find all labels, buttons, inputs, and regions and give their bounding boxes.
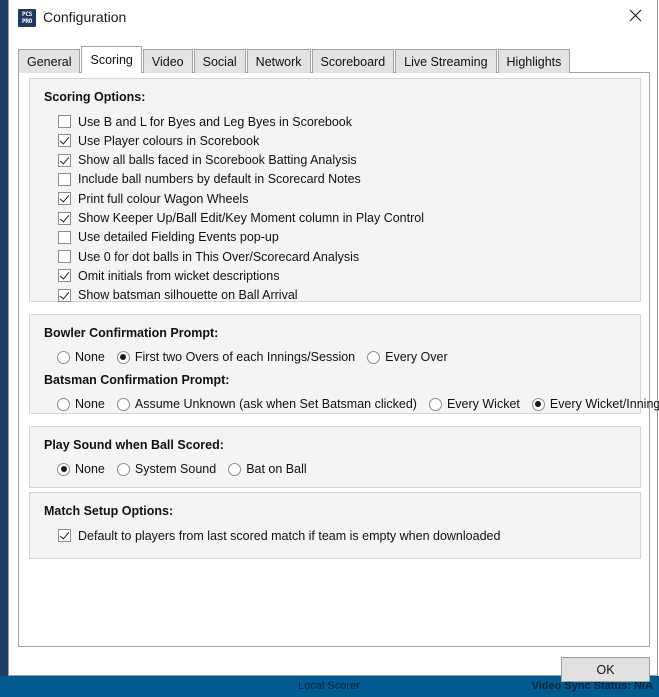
bowler-confirmation-label: Every Over [385, 350, 448, 364]
checkbox-row[interactable]: Show batsman silhouette on Ball Arrival [58, 286, 298, 305]
checkbox-row[interactable]: Default to players from last scored matc… [58, 526, 500, 545]
batsman-confirmation-option[interactable]: Every Wicket/Innings Start [531, 397, 659, 411]
checkbox-label: Include ball numbers by default in Score… [78, 172, 361, 187]
checkbox-row[interactable]: Use 0 for dot balls in This Over/Scoreca… [58, 247, 359, 266]
play-sound-option[interactable]: None [57, 462, 105, 476]
group-scoring-options-title: Scoring Options: [44, 90, 146, 104]
checkbox-unchecked-icon[interactable] [58, 172, 71, 186]
batsman-confirmation-label: Every Wicket [446, 397, 520, 411]
radio-selected-icon[interactable] [57, 462, 70, 476]
checkbox-label: Use 0 for dot balls in This Over/Scoreca… [78, 249, 360, 264]
checkbox-label: Show batsman silhouette on Ball Arrival [78, 288, 298, 303]
checkbox-checked-icon[interactable] [58, 269, 71, 283]
close-icon[interactable] [613, 0, 657, 31]
background-left-panel [0, 0, 8, 676]
checkbox-label: Print full colour Wagon Wheels [78, 191, 249, 206]
tab-scoring[interactable]: Scoring [81, 46, 142, 73]
play-sound-label: System Sound [134, 462, 217, 476]
play-sound-option[interactable]: System Sound [116, 462, 217, 476]
batsman-confirmation-label: Every Wicket/Innings Start [549, 397, 659, 411]
tab-social[interactable]: Social [193, 49, 246, 73]
checkbox-row[interactable]: Use Player colours in Scorebook [58, 131, 259, 150]
dialog-title-bar: PCS PRO Configuration [9, 0, 657, 37]
play-sound-radio-group: None System Sound Bat on Ball [57, 460, 319, 478]
checkbox-row[interactable]: Use B and L for Byes and Leg Byes in Sco… [58, 112, 352, 131]
configuration-dialog: PCS PRO Configuration General Scoring Vide… [8, 0, 659, 682]
radio-unselected-icon[interactable] [116, 397, 130, 411]
app-logo-line1: PCS [22, 11, 32, 18]
checkbox-row[interactable]: Show all balls faced in Scorebook Battin… [58, 151, 357, 170]
radio-selected-icon[interactable] [531, 397, 545, 411]
checkbox-label: Omit initials from wicket descriptions [78, 268, 280, 283]
checkbox-label: Use B and L for Byes and Leg Byes in Sco… [78, 114, 353, 129]
checkbox-row[interactable]: Omit initials from wicket descriptions [58, 266, 279, 285]
batsman-confirmation-option[interactable]: Every Wicket [428, 397, 520, 411]
checkbox-unchecked-icon[interactable] [58, 230, 71, 244]
ok-button[interactable]: OK [561, 657, 650, 682]
group-scoring-options: Scoring Options: Use B and L for Byes an… [29, 78, 641, 302]
play-sound-label: Bat on Ball [246, 462, 307, 476]
app-logo-line2: PRO [22, 18, 32, 25]
checkbox-label: Use detailed Fielding Events pop-up [78, 230, 279, 245]
tab-highlights[interactable]: Highlights [497, 49, 571, 73]
batsman-confirmation-radio-group: None Assume Unknown (ask when Set Batsman… [57, 395, 659, 413]
play-sound-label: None [75, 462, 105, 476]
group-match-setup-title: Match Setup Options: [44, 504, 174, 518]
tab-general[interactable]: General [18, 49, 81, 73]
checkbox-checked-icon[interactable] [58, 211, 71, 225]
radio-selected-icon[interactable] [116, 350, 130, 364]
radio-unselected-icon[interactable] [367, 350, 381, 364]
checkbox-label: Show Keeper Up/Ball Edit/Key Moment colu… [78, 211, 424, 225]
bowler-confirmation-radio-group: None First two Overs of each Innings/Sess… [57, 348, 460, 366]
group-play-sound: Play Sound when Ball Scored: None System … [29, 426, 641, 488]
dialog-title: Configuration [43, 9, 127, 25]
radio-unselected-icon[interactable] [116, 462, 130, 476]
batsman-confirmation-label: None [75, 397, 105, 411]
group-play-sound-title: Play Sound when Ball Scored: [44, 438, 224, 452]
batsman-confirmation-option[interactable]: Assume Unknown (ask when Set Batsman cli… [116, 397, 417, 411]
tab-live-streaming[interactable]: Live Streaming [395, 49, 497, 73]
checkbox-row[interactable]: Show Keeper Up/Ball Edit/Key Moment colu… [58, 209, 424, 228]
checkbox-label: Use Player colours in Scorebook [78, 133, 260, 148]
play-sound-option[interactable]: Bat on Ball [228, 462, 307, 476]
tab-scoreboard[interactable]: Scoreboard [311, 49, 395, 73]
tab-network[interactable]: Network [246, 49, 311, 73]
checkbox-checked-icon[interactable] [58, 192, 71, 206]
group-match-setup: Match Setup Options: Default to players … [29, 492, 641, 559]
app-logo-icon: PCS PRO [18, 9, 36, 27]
group-confirmation-prompts: Bowler Confirmation Prompt: None First tw… [29, 314, 659, 414]
checkbox-checked-icon[interactable] [58, 134, 71, 148]
checkbox-unchecked-icon[interactable] [58, 115, 71, 128]
batsman-confirmation-option[interactable]: None [57, 397, 105, 411]
tab-video[interactable]: Video [142, 49, 193, 73]
checkbox-label: Show all balls faced in Scorebook Battin… [78, 153, 357, 168]
checkbox-checked-icon[interactable] [58, 153, 71, 167]
batsman-confirmation-label: Assume Unknown (ask when Set Batsman cli… [134, 397, 417, 411]
radio-unselected-icon[interactable] [57, 350, 70, 364]
checkbox-row[interactable]: Print full colour Wagon Wheels [58, 189, 248, 208]
bowler-confirmation-option[interactable]: None [57, 350, 105, 364]
group-batsman-confirmation-title: Batsman Confirmation Prompt: [44, 373, 230, 387]
tab-panel-scoring: Scoring Options: Use B and L for Byes an… [18, 72, 659, 647]
checkbox-row[interactable]: Include ball numbers by default in Score… [58, 170, 361, 189]
radio-unselected-icon[interactable] [228, 462, 242, 476]
bowler-confirmation-option[interactable]: First two Overs of each Innings/Session [116, 350, 356, 364]
checkbox-checked-icon[interactable] [58, 288, 71, 302]
bowler-confirmation-label: None [75, 350, 105, 364]
checkbox-row[interactable]: Use detailed Fielding Events pop-up [58, 228, 279, 247]
status-bar-local-scorer: Local Scorer [298, 680, 360, 692]
tab-strip: General Scoring Video Social Network Scoreboa… [18, 46, 571, 73]
bowler-confirmation-option[interactable]: Every Over [367, 350, 448, 364]
checkbox-unchecked-icon[interactable] [58, 250, 71, 264]
radio-unselected-icon[interactable] [57, 397, 70, 411]
checkbox-checked-icon[interactable] [58, 529, 71, 542]
checkbox-label: Default to players from last scored matc… [78, 528, 501, 543]
group-bowler-confirmation-title: Bowler Confirmation Prompt: [44, 326, 219, 340]
bowler-confirmation-label: First two Overs of each Innings/Session [134, 350, 356, 364]
radio-unselected-icon[interactable] [428, 397, 442, 411]
